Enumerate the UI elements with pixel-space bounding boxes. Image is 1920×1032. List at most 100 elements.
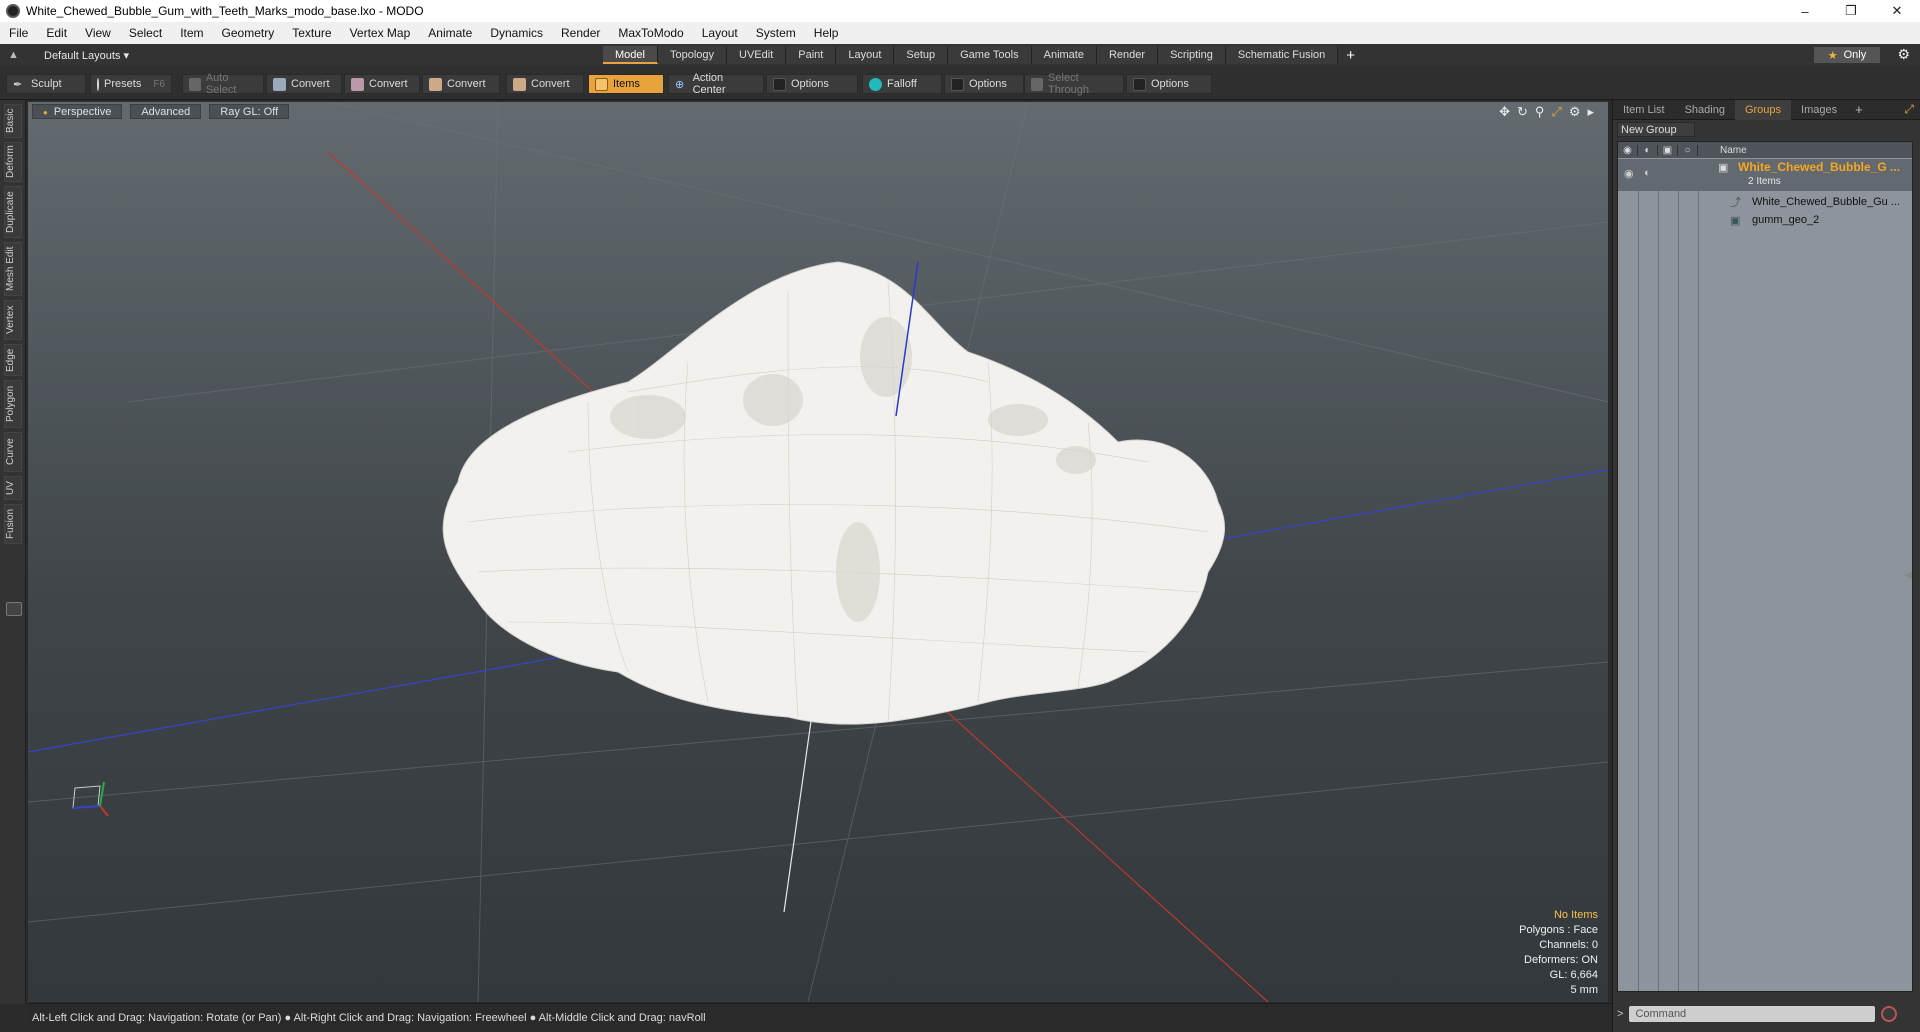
modo-app-icon: [6, 4, 20, 18]
visibility-column-icon[interactable]: ◉: [1618, 144, 1638, 156]
fit-icon[interactable]: ⤢: [1551, 104, 1561, 120]
tab-layout[interactable]: Layout: [836, 46, 895, 64]
perspective-button[interactable]: ● Perspective: [32, 104, 123, 119]
tab-topology[interactable]: Topology: [657, 46, 728, 64]
pan-icon[interactable]: ✥: [1499, 104, 1510, 120]
presets-button[interactable]: Presets F6: [90, 74, 172, 94]
group-visibility-icon[interactable]: ◉: [1624, 167, 1634, 180]
tab-schematic-fusion[interactable]: Schematic Fusion: [1225, 46, 1339, 64]
viewport-settings-icon[interactable]: ⚙: [1569, 104, 1581, 120]
raygl-button[interactable]: Ray GL: Off: [209, 104, 290, 119]
vtab-vertex[interactable]: Vertex: [4, 300, 22, 340]
menu-view[interactable]: View: [76, 26, 120, 40]
add-tab-icon[interactable]: +: [1338, 47, 1363, 64]
palette-toggle-icon[interactable]: [6, 602, 22, 616]
select-column-icon[interactable]: ○: [1678, 144, 1698, 156]
advanced-label: Advanced: [141, 106, 191, 118]
lock-column-icon[interactable]: ▣: [1658, 144, 1678, 156]
tab-uvedit[interactable]: UVEdit: [727, 46, 787, 64]
falloff-button[interactable]: Falloff: [862, 74, 942, 94]
menu-file[interactable]: File: [0, 26, 37, 40]
panel-resize-handle-icon[interactable]: ◀: [1904, 570, 1912, 581]
menu-select[interactable]: Select: [120, 26, 171, 40]
options-button-1[interactable]: Options: [766, 74, 858, 94]
menu-system[interactable]: System: [747, 26, 805, 40]
menu-geometry[interactable]: Geometry: [213, 26, 284, 40]
menu-layout[interactable]: Layout: [693, 26, 747, 40]
convert-button-1[interactable]: Convert: [266, 74, 342, 94]
only-button[interactable]: ★ Only: [1814, 47, 1880, 63]
add-panel-tab-icon[interactable]: +: [1847, 102, 1871, 117]
chewed-gum-mesh[interactable]: [442, 261, 1226, 725]
left-tool-strip: Basic Deform Duplicate Mesh Edit Vertex …: [0, 100, 26, 1004]
tab-scripting[interactable]: Scripting: [1158, 46, 1226, 64]
select-through-button[interactable]: Select Through: [1024, 72, 1124, 96]
falloff-label: Falloff: [887, 78, 917, 90]
menu-maxtomodo[interactable]: MaxToModo: [609, 26, 692, 40]
gear-icon[interactable]: ⚙: [1897, 46, 1910, 63]
vtab-deform[interactable]: Deform: [4, 142, 22, 182]
action-center-button[interactable]: ⊕ Action Center: [668, 72, 764, 96]
menu-help[interactable]: Help: [805, 26, 848, 40]
options-button-2[interactable]: Options: [944, 74, 1024, 94]
vtab-edge[interactable]: Edge: [4, 344, 22, 376]
zoom-icon[interactable]: ⚲: [1535, 104, 1545, 120]
vtab-mesh-edit[interactable]: Mesh Edit: [4, 242, 22, 296]
menu-item[interactable]: Item: [171, 26, 212, 40]
name-column-header[interactable]: Name: [1720, 145, 1747, 156]
maximize-button[interactable]: ❐: [1828, 0, 1874, 22]
render-column-icon[interactable]: ◐: [1638, 144, 1658, 156]
tab-game-tools[interactable]: Game Tools: [948, 46, 1032, 64]
options-label-2: Options: [969, 78, 1007, 90]
auto-select-button[interactable]: Auto Select: [182, 72, 264, 96]
convert-button-3[interactable]: Convert: [422, 74, 500, 94]
menu-animate[interactable]: Animate: [419, 26, 481, 40]
perspective-label: Perspective: [53, 106, 112, 118]
convert-vertex-icon: [273, 77, 286, 91]
viewport-nav-icons: ✥ ↻ ⚲ ⤢ ⚙ ▸: [1499, 104, 1594, 120]
minimize-button[interactable]: –: [1782, 0, 1828, 22]
tab-images[interactable]: Images: [1791, 100, 1847, 120]
mesh-cube-icon: ▣: [1730, 214, 1741, 227]
command-history-icon[interactable]: [1881, 1006, 1898, 1022]
tab-animate[interactable]: Animate: [1031, 46, 1097, 64]
group-render-icon[interactable]: ◐: [1644, 167, 1651, 179]
items-button[interactable]: Items: [588, 74, 664, 94]
vtab-curve[interactable]: Curve: [4, 432, 22, 472]
tab-setup[interactable]: Setup: [894, 46, 949, 64]
viewport-menu-arrow-icon[interactable]: ▸: [1587, 104, 1594, 120]
vtab-polygon[interactable]: Polygon: [4, 380, 22, 428]
rotate-icon[interactable]: ↻: [1517, 104, 1528, 120]
advanced-button[interactable]: Advanced: [130, 104, 202, 119]
menu-vertex-map[interactable]: Vertex Map: [341, 26, 420, 40]
close-button[interactable]: ✕: [1874, 0, 1920, 22]
mesh-locator-icon: ⤴: [1730, 197, 1741, 209]
new-group-button[interactable]: New Group: [1617, 122, 1695, 137]
tab-model[interactable]: Model: [603, 46, 658, 64]
tab-groups[interactable]: Groups: [1734, 99, 1792, 120]
convert-button-4[interactable]: Convert: [506, 74, 584, 94]
layout-selector[interactable]: ▲ Default Layouts ▾: [8, 49, 129, 62]
vtab-basic[interactable]: Basic: [4, 104, 22, 138]
menu-edit[interactable]: Edit: [37, 26, 76, 40]
menu-texture[interactable]: Texture: [283, 26, 340, 40]
group-row[interactable]: ◉ ◐ ▣ White_Chewed_Bubble_G ... 2 Items: [1618, 159, 1912, 191]
layout-expand-icon[interactable]: ▲: [8, 49, 22, 61]
list-item[interactable]: ⤴ White_Chewed_Bubble_Gu ...: [1618, 194, 1912, 210]
3d-viewport[interactable]: ● Perspective Advanced Ray GL: Off ✥ ↻ ⚲ …: [28, 102, 1608, 1002]
menu-render[interactable]: Render: [552, 26, 609, 40]
sculpt-button[interactable]: ✒ Sculpt: [6, 74, 86, 94]
menu-dynamics[interactable]: Dynamics: [481, 26, 552, 40]
vtab-fusion[interactable]: Fusion: [4, 504, 22, 544]
tab-item-list[interactable]: Item List: [1613, 100, 1675, 120]
vtab-duplicate[interactable]: Duplicate: [4, 186, 22, 238]
tab-shading[interactable]: Shading: [1675, 100, 1735, 120]
vtab-uv[interactable]: UV: [4, 476, 22, 500]
options-button-3[interactable]: Options: [1126, 74, 1212, 94]
tab-paint[interactable]: Paint: [786, 46, 837, 64]
list-item[interactable]: ▣ gumm_geo_2: [1618, 212, 1912, 228]
convert-button-2[interactable]: Convert: [344, 74, 420, 94]
tab-render[interactable]: Render: [1096, 46, 1159, 64]
command-input[interactable]: Command: [1629, 1006, 1876, 1022]
expand-panel-icon[interactable]: ⤢: [1904, 102, 1914, 117]
